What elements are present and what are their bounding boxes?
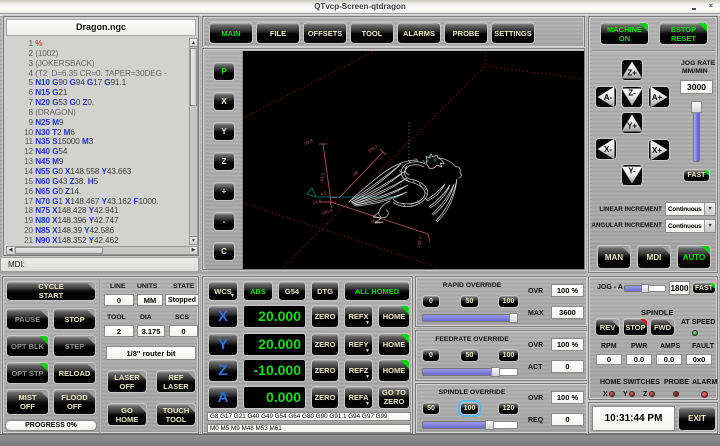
svg-text:Z+: Z+	[627, 69, 637, 78]
svg-text:X-: X-	[604, 145, 612, 154]
svg-text:208.7: 208.7	[416, 236, 423, 249]
svg-text:Y+: Y+	[627, 122, 637, 131]
svg-text:A-: A-	[604, 93, 613, 102]
svg-text:140.0: 140.0	[321, 208, 334, 216]
svg-text:Y-: Y-	[628, 167, 636, 176]
svg-text:X+: X+	[652, 146, 662, 155]
svg-text:43.5: 43.5	[319, 172, 326, 182]
svg-text:14.0: 14.0	[312, 198, 322, 205]
svg-text:Z-: Z-	[628, 89, 636, 98]
svg-text:109.1: 109.1	[367, 143, 379, 154]
svg-text:59.8: 59.8	[304, 138, 314, 146]
svg-text:A+: A+	[652, 93, 663, 102]
svg-text:4.0: 4.0	[320, 190, 328, 197]
svg-text:88: 88	[352, 169, 359, 176]
